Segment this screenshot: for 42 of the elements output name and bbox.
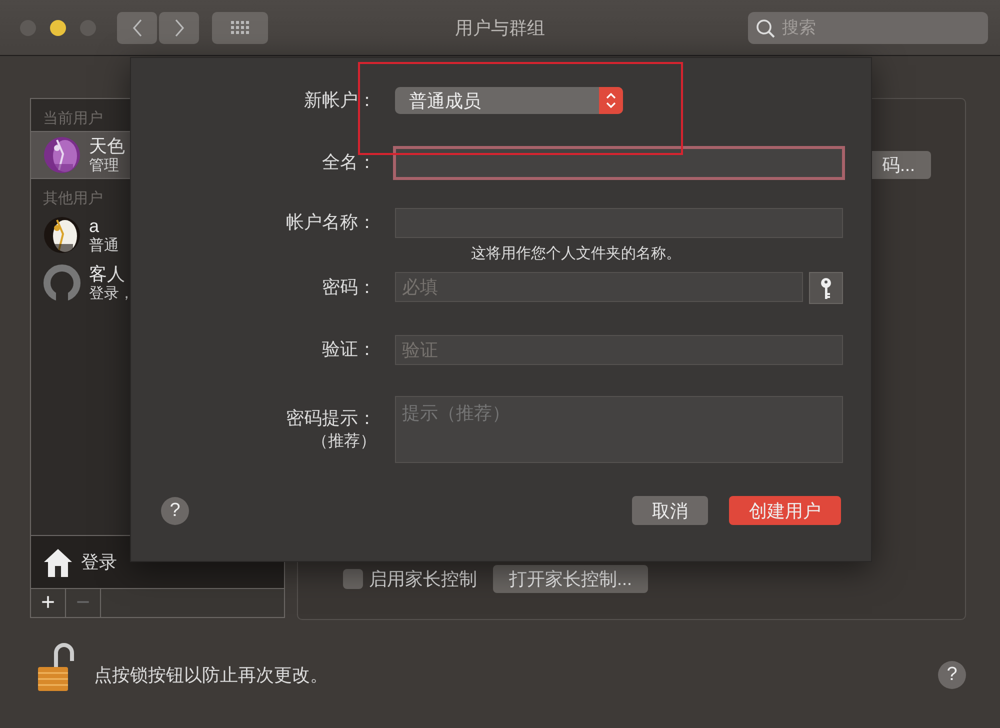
help-button[interactable]: ? [161,496,189,524]
help-button[interactable]: ? [938,661,966,689]
text-field[interactable] [395,208,843,238]
user-name: 天色 [89,136,125,157]
key-icon [819,277,833,299]
account-type-popup[interactable]: 普通成员 [395,87,623,114]
user-list-item[interactable]: a 普通 [31,211,284,259]
add-button[interactable]: + [31,589,66,617]
cancel-button[interactable]: 取消 [632,496,708,525]
user-silhouette-icon [43,264,81,302]
user-role: 管理 [89,156,120,174]
user-name: 客人 [89,264,126,285]
section-heading: 其他用户 [42,189,104,209]
search-icon [756,18,775,38]
password-assistant-button[interactable] [809,272,843,304]
grid-icon [231,21,249,34]
show-all-button[interactable] [212,12,268,44]
window-minimize-button[interactable] [50,20,66,36]
section-heading: 当前用户 [42,109,104,129]
field-sublabel: （推荐） [312,432,376,452]
create-user-button[interactable]: 创建用户 [729,496,841,525]
user-role: 普通 [89,236,119,254]
field-label: 新帐户： [303,88,376,112]
field-label: 帐户名称： [286,211,376,234]
user-name: a [89,216,100,237]
user-list-item[interactable]: 客人 登录， [31,259,284,307]
lock-hint-text: 点按锁按钮以防止再次更改。 [94,664,328,687]
text-field[interactable] [393,146,845,180]
stepper-arrows-icon [605,92,617,109]
field-label: 密码提示： [286,406,376,430]
window-title: 用户与群组 [455,18,545,38]
house-icon [43,546,73,578]
parental-controls-checkbox[interactable]: 启用家长控制 [343,567,477,591]
back-button[interactable] [117,12,157,44]
field-label: 密码： [322,276,376,300]
open-padlock-icon[interactable] [36,643,76,693]
field-label: 全名： [322,151,376,174]
field-hint-text: 这将用作您个人文件夹的名称。 [470,244,682,263]
forward-button[interactable] [159,12,199,44]
open-parental-controls-button[interactable]: 打开家长控制... [493,565,648,593]
field-label: 验证： [322,338,376,362]
user-role: 登录， [89,284,134,302]
